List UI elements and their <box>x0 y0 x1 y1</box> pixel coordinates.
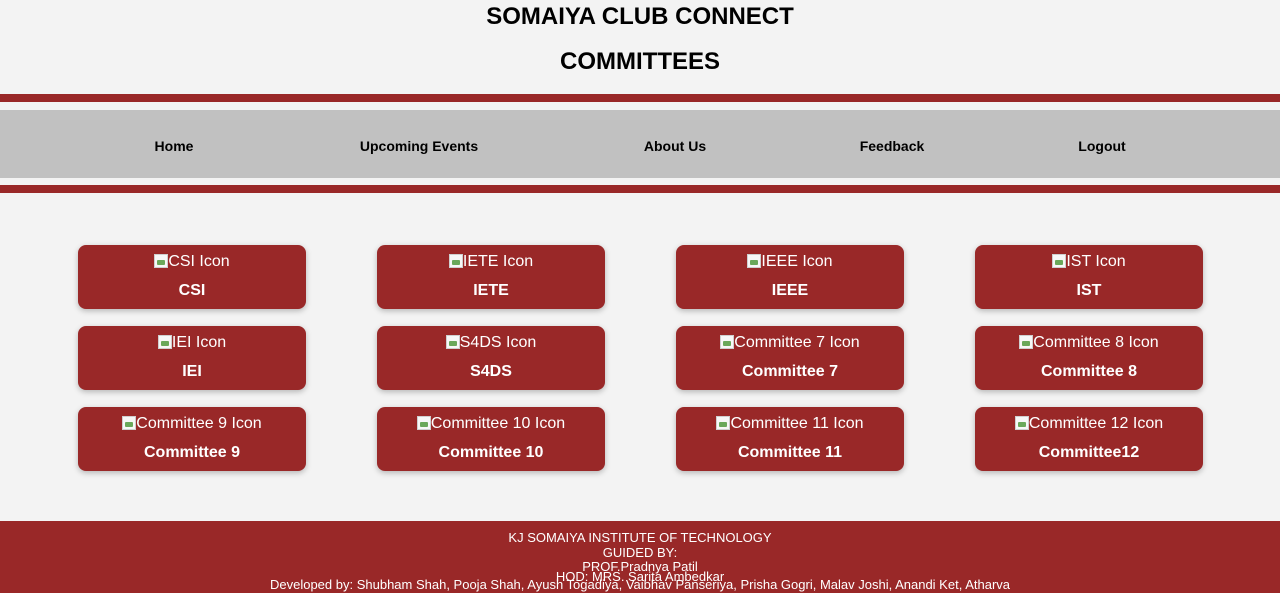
committee-card-iete[interactable]: IETE Icon IETE <box>377 245 605 309</box>
committee-name: Committee 7 <box>741 363 839 380</box>
committee-card-ist[interactable]: IST Icon IST <box>975 245 1203 309</box>
footer-institute: KJ SOMAIYA INSTITUTE OF TECHNOLOGY <box>508 530 772 545</box>
icon-alt-text: Committee 12 Icon <box>1028 415 1164 432</box>
broken-image-icon <box>154 254 169 268</box>
committee-card-11[interactable]: Committee 11 Icon Committee 11 <box>676 407 904 471</box>
committee-image-icon: IEI Icon <box>78 334 306 352</box>
broken-image-icon <box>122 416 137 430</box>
nav-feedback-link[interactable]: Feedback <box>860 110 925 178</box>
committee-image-icon: CSI Icon <box>78 253 306 271</box>
committee-card-8[interactable]: Committee 8 Icon Committee 8 <box>975 326 1203 390</box>
committee-card-12[interactable]: Committee 12 Icon Committee12 <box>975 407 1203 471</box>
broken-image-icon <box>1014 416 1029 430</box>
page-title: COMMITTEES <box>560 48 720 75</box>
committee-card-csi[interactable]: CSI Icon CSI <box>78 245 306 309</box>
icon-alt-text: Committee 11 Icon <box>730 415 864 432</box>
committee-card-ieee[interactable]: IEEE Icon IEEE <box>676 245 904 309</box>
icon-alt-text: IETE Icon <box>462 253 534 270</box>
committee-image-icon: Committee 9 Icon <box>78 415 306 433</box>
site-title: SOMAIYA CLUB CONNECT <box>486 3 794 30</box>
footer-developers: Developed by: Shubham Shah, Pooja Shah, … <box>269 577 1011 592</box>
committee-card-iei[interactable]: IEI Icon IEI <box>78 326 306 390</box>
committee-image-icon: Committee 10 Icon <box>377 415 605 433</box>
header-divider-bottom <box>0 185 1280 193</box>
header-divider-top <box>0 94 1280 102</box>
broken-image-icon <box>1052 254 1067 268</box>
icon-alt-text: Committee 9 Icon <box>136 415 262 432</box>
main-nav: Home Upcoming Events About Us Feedback L… <box>0 110 1280 178</box>
committee-name: Committee 11 <box>737 444 843 461</box>
committee-image-icon: Committee 7 Icon <box>676 334 904 352</box>
committee-name: Committee12 <box>1038 444 1140 461</box>
committee-name: Committee 9 <box>143 444 241 461</box>
committee-card-10[interactable]: Committee 10 Icon Committee 10 <box>377 407 605 471</box>
committee-image-icon: S4DS Icon <box>377 334 605 352</box>
broken-image-icon <box>448 254 463 268</box>
broken-image-icon <box>720 335 735 349</box>
broken-image-icon <box>445 335 460 349</box>
committee-card-7[interactable]: Committee 7 Icon Committee 7 <box>676 326 904 390</box>
committee-name: IEI <box>182 363 202 380</box>
icon-alt-text: Committee 8 Icon <box>1033 334 1159 351</box>
icon-alt-text: S4DS Icon <box>459 334 537 351</box>
broken-image-icon <box>1019 335 1034 349</box>
committee-name: CSI <box>178 282 206 299</box>
page-footer: KJ SOMAIYA INSTITUTE OF TECHNOLOGY GUIDE… <box>0 521 1280 593</box>
icon-alt-text: IST Icon <box>1066 253 1126 270</box>
footer-guided-by: GUIDED BY: <box>602 545 678 560</box>
broken-image-icon <box>416 416 431 430</box>
committee-card-s4ds[interactable]: S4DS Icon S4DS <box>377 326 605 390</box>
icon-alt-text: IEEE Icon <box>761 253 833 270</box>
committee-card-9[interactable]: Committee 9 Icon Committee 9 <box>78 407 306 471</box>
committee-name: IETE <box>473 282 509 299</box>
broken-image-icon <box>716 416 731 430</box>
committee-name: S4DS <box>470 363 512 380</box>
icon-alt-text: Committee 7 Icon <box>734 334 860 351</box>
icon-alt-text: CSI Icon <box>168 253 230 270</box>
committee-image-icon: Committee 8 Icon <box>975 334 1203 352</box>
committee-name: Committee 8 <box>1040 363 1138 380</box>
committee-image-icon: Committee 11 Icon <box>676 415 904 433</box>
nav-upcoming-events-link[interactable]: Upcoming Events <box>360 110 478 178</box>
committee-image-icon: IEEE Icon <box>676 253 904 271</box>
committee-image-icon: Committee 12 Icon <box>975 415 1203 433</box>
committee-image-icon: IETE Icon <box>377 253 605 271</box>
nav-home-link[interactable]: Home <box>155 110 194 178</box>
icon-alt-text: IEI Icon <box>171 334 227 351</box>
committee-name: IEEE <box>771 282 809 299</box>
nav-logout-link[interactable]: Logout <box>1078 110 1125 178</box>
icon-alt-text: Committee 10 Icon <box>430 415 566 432</box>
committee-image-icon: IST Icon <box>975 253 1203 271</box>
nav-about-us-link[interactable]: About Us <box>644 110 706 178</box>
committee-name: IST <box>1076 282 1102 299</box>
broken-image-icon <box>157 335 172 349</box>
committee-name: Committee 10 <box>438 444 544 461</box>
broken-image-icon <box>747 254 762 268</box>
